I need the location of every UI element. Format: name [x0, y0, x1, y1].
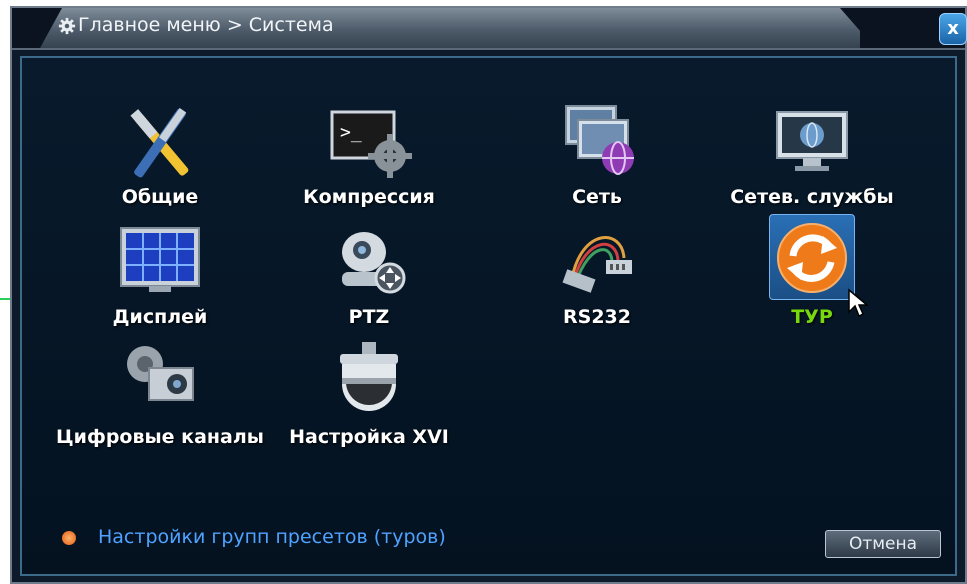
refresh-icon: [777, 223, 847, 293]
info-bullet-icon: [62, 530, 76, 545]
globe-monitor-icon: [776, 111, 848, 171]
display-grid-icon: [120, 227, 200, 292]
menu-item-xvi-settings[interactable]: Настройка XVI: [269, 338, 469, 458]
menu-item-label: Общие: [121, 186, 199, 208]
title-bar: Главное меню > Система x: [12, 8, 967, 50]
menu-item-label: Сетев. службы: [730, 186, 894, 208]
menu-item-label: Сеть: [572, 186, 622, 208]
menu-item-net-services[interactable]: Сетев. службы: [712, 98, 912, 218]
menu-item-label: Цифровые каналы: [56, 426, 264, 448]
dome-camera-icon: [340, 342, 398, 411]
menu-item-digital-channels[interactable]: Цифровые каналы: [56, 338, 264, 458]
menu-item-label: ТУР: [791, 306, 833, 328]
menu-item-rs232[interactable]: RS232: [497, 218, 697, 338]
cancel-button[interactable]: Отмена: [825, 530, 941, 558]
serial-cable-icon: [562, 236, 632, 293]
system-menu-window: Главное меню > Система x Общие >_ Компре…: [10, 6, 967, 584]
window-title: Главное меню > Система: [78, 14, 334, 36]
menu-item-label: Настройка XVI: [289, 426, 449, 448]
ptz-camera-icon: [342, 232, 406, 294]
edge-marker: [0, 298, 10, 300]
network-monitors-icon: [565, 105, 634, 175]
menu-item-general[interactable]: Общие: [60, 98, 260, 218]
terminal-gear-icon: >_: [330, 110, 412, 178]
menu-item-display[interactable]: Дисплей: [60, 218, 260, 338]
menu-item-tour[interactable]: ТУР: [712, 214, 912, 338]
digital-camera-icon: [127, 346, 194, 401]
menu-item-label: PTZ: [348, 306, 390, 328]
info-line: Настройки групп пресетов (туров): [62, 526, 446, 548]
menu-item-label: RS232: [563, 306, 631, 328]
tools-icon: [130, 107, 189, 178]
menu-item-label: Дисплей: [112, 306, 208, 328]
menu-item-compression[interactable]: >_ Компрессия: [269, 98, 469, 218]
menu-item-ptz[interactable]: PTZ: [269, 218, 469, 338]
gear-icon: [58, 17, 76, 35]
svg-text:>_: >_: [340, 122, 362, 143]
menu-panel: Общие >_ Компрессия Сеть Сетев. службы Д…: [20, 56, 957, 576]
info-text: Настройки групп пресетов (туров): [98, 526, 446, 548]
close-button[interactable]: x: [939, 13, 967, 45]
menu-item-label: Компрессия: [303, 186, 435, 208]
menu-item-network[interactable]: Сеть: [497, 98, 697, 218]
